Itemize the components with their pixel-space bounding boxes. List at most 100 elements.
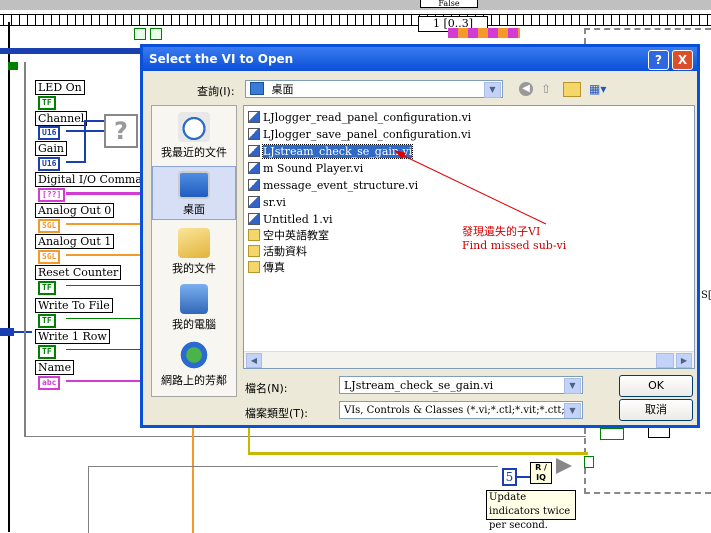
ctrl-label-gain: Gain — [35, 141, 67, 156]
filetype-select[interactable]: VIs, Controls & Classes (*.vi;*.ctl;*.vi… — [339, 401, 583, 419]
diagram-comment: Update indicators twice per second. — [486, 490, 576, 531]
equal-zero-node[interactable] — [556, 458, 572, 474]
ctrl-terminal-write-to-file[interactable]: TF — [38, 314, 56, 328]
wire-yellow-v — [248, 428, 250, 454]
ctrl-terminal-reset-counter[interactable]: TF — [38, 281, 56, 295]
place-network[interactable]: 網路上的芳鄰 — [152, 340, 236, 388]
place-my-computer-label: 我的電腦 — [172, 318, 216, 331]
vi-file-icon — [248, 128, 260, 140]
wire-channel — [66, 130, 106, 132]
ctrl-label-analog-out-1: Analog Out 1 — [35, 234, 115, 249]
file-name: m Sound Player.vi — [263, 162, 364, 175]
filetype-label: 檔案類型(T): — [245, 407, 309, 420]
ctrl-terminal-analog-out-0[interactable]: SGL — [38, 219, 61, 233]
folder-item[interactable]: 活動資料 — [248, 244, 307, 259]
wire-orange-down — [192, 428, 194, 533]
file-item[interactable]: sr.vi — [248, 195, 286, 210]
missing-subvi-icon[interactable]: ? — [104, 114, 138, 148]
scroll-left-icon[interactable]: ◀ — [246, 353, 262, 368]
toolbar-strip — [0, 0, 711, 10]
folder-icon — [248, 245, 260, 257]
look-in-combo[interactable]: 桌面 ▼ — [245, 80, 503, 98]
tunnel-blue — [0, 328, 14, 336]
my-documents-icon — [178, 228, 210, 258]
look-in-label: 查詢(I): — [197, 85, 235, 98]
wire-bottom-gray — [24, 436, 586, 437]
right-edge-label: S[ — [701, 290, 711, 301]
new-folder-icon[interactable] — [563, 82, 581, 97]
green-output-tunnel — [584, 456, 594, 468]
wire-ao0 — [66, 223, 140, 225]
ctrl-label-reset-counter: Reset Counter — [35, 265, 122, 280]
green-tunnel-2 — [150, 28, 162, 40]
ctrl-label-channel: Channel — [35, 111, 88, 126]
chevron-down-icon[interactable]: ▼ — [484, 82, 501, 98]
ctrl-terminal-analog-out-1[interactable]: SGL — [38, 250, 61, 264]
close-button[interactable]: X — [672, 50, 693, 70]
chevron-down-icon[interactable]: ▼ — [564, 378, 581, 394]
bool-node[interactable] — [600, 428, 624, 440]
folder-icon — [248, 229, 260, 241]
file-item-selected[interactable]: LJstream_check_se_gain.vi — [248, 144, 414, 159]
annotation-english: Find missed sub-vi — [462, 239, 567, 252]
vi-file-icon — [248, 213, 260, 225]
wire-left-blue — [14, 331, 32, 333]
ctrl-terminal-write-1-row[interactable]: TF — [38, 345, 56, 359]
place-my-documents[interactable]: 我的文件 — [152, 228, 236, 276]
file-item[interactable]: LJlogger_save_panel_configuration.vi — [248, 127, 471, 142]
place-my-computer[interactable]: 我的電腦 — [152, 284, 236, 332]
dialog-title-bar: Select the VI to Open — [143, 47, 697, 71]
wire-name — [66, 380, 140, 382]
file-item[interactable]: Untitled 1.vi — [248, 212, 333, 227]
folder-item[interactable]: 空中英語教室 — [248, 228, 329, 243]
wire-left-gray — [24, 62, 26, 437]
wire-const — [516, 476, 530, 478]
numeric-constant[interactable]: 5 — [502, 468, 517, 486]
wire-yellow-h — [248, 452, 588, 455]
wire-gray-3 — [88, 466, 89, 533]
ok-button[interactable]: OK — [619, 375, 693, 397]
file-name: LJlogger_save_panel_configuration.vi — [263, 128, 471, 141]
place-recent[interactable]: 我最近的文件 — [152, 112, 236, 160]
chevron-down-icon[interactable]: ▼ — [564, 403, 581, 418]
file-item[interactable]: message_event_structure.vi — [248, 178, 418, 193]
file-item[interactable]: LJlogger_read_panel_configuration.vi — [248, 110, 471, 125]
vi-file-icon — [248, 196, 260, 208]
file-name: LJstream_check_se_gain.vi — [261, 144, 414, 159]
quotient-remainder-node[interactable]: R / IQ — [530, 462, 552, 484]
wire-dio — [66, 192, 140, 195]
scroll-right-icon[interactable]: ▶ — [676, 353, 692, 368]
back-icon[interactable]: ◀ — [519, 82, 533, 96]
folder-name: 活動資料 — [263, 245, 307, 258]
folder-name: 空中英語教室 — [263, 229, 329, 242]
help-button[interactable]: ? — [648, 50, 669, 70]
scroll-thumb[interactable] — [656, 353, 674, 368]
horizontal-scrollbar[interactable]: ◀ ▶ — [244, 351, 694, 368]
view-menu-icon[interactable]: ▦▾ — [589, 82, 611, 96]
wire-reset — [66, 285, 140, 286]
filename-input[interactable]: LJstream_check_se_gain.vi ▼ — [339, 376, 583, 394]
ctrl-terminal-led-on[interactable]: TF — [38, 96, 56, 110]
place-network-label: 網路上的芳鄰 — [161, 374, 227, 387]
dialog-title: Select the VI to Open — [149, 52, 294, 66]
file-list[interactable]: LJlogger_read_panel_configuration.vi LJl… — [243, 105, 695, 369]
look-in-value: 桌面 — [271, 83, 294, 96]
wire-gain — [66, 161, 86, 163]
select-vi-dialog: Select the VI to Open ? X 查詢(I): 桌面 ▼ ◀ … — [140, 44, 700, 428]
file-item[interactable]: m Sound Player.vi — [248, 161, 363, 176]
annotation-chinese: 發現遺失的子VI — [462, 225, 541, 238]
place-my-documents-label: 我的文件 — [172, 262, 216, 275]
cancel-button[interactable]: 取消 — [619, 399, 693, 421]
ctrl-terminal-digital-io[interactable]: [??] — [38, 188, 66, 202]
filetype-value: VIs, Controls & Classes (*.vi;*.ctl;*.vi… — [344, 405, 577, 416]
folder-item[interactable]: 傳真 — [248, 260, 285, 275]
frame-left-edge — [8, 22, 10, 532]
ctrl-terminal-name[interactable]: abc — [38, 376, 61, 390]
ctrl-label-write-to-file: Write To File — [35, 298, 113, 313]
up-folder-icon[interactable]: ⇧ — [541, 82, 555, 96]
ctrl-terminal-gain[interactable]: U16 — [38, 157, 61, 171]
file-name: LJlogger_read_panel_configuration.vi — [263, 111, 472, 124]
ctrl-terminal-channel[interactable]: U16 — [38, 126, 61, 140]
my-computer-icon — [180, 284, 208, 314]
place-desktop[interactable]: 桌面 — [152, 166, 236, 220]
